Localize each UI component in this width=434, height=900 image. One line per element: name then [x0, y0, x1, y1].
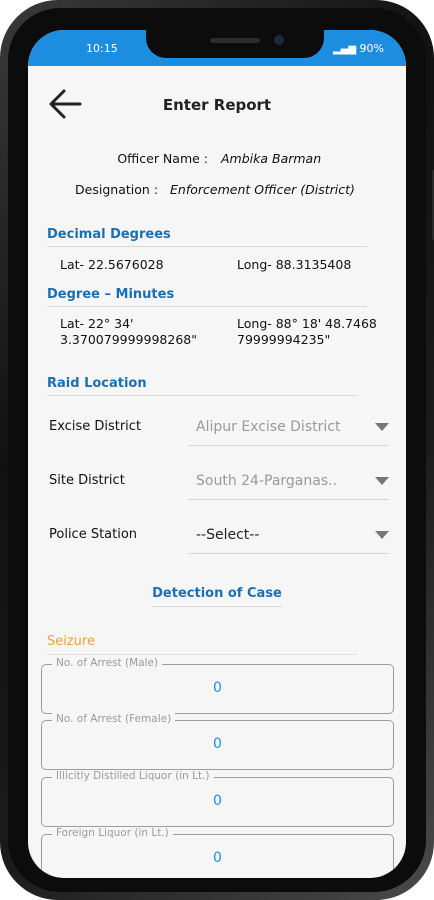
front-camera — [274, 35, 284, 45]
dm-long-line2: 79999994235" — [237, 332, 331, 347]
phone-frame: 10:15 ▂▄▆ 90% Enter Report Officer Name … — [0, 0, 434, 900]
officer-name-value: Ambika Barman — [221, 151, 322, 166]
divider — [152, 606, 282, 607]
excise-district-label: Excise District — [49, 419, 142, 434]
seizure-heading: Seizure — [47, 634, 95, 649]
decimal-degrees-heading: Decimal Degrees — [47, 227, 171, 242]
decimal-lat: Lat- 22.5676028 — [60, 257, 164, 272]
dropdown-arrow-icon — [375, 531, 389, 539]
divider — [47, 395, 357, 396]
dm-lat-line1: Lat- 22° 34' — [60, 316, 134, 331]
field-label: Illicitly Distilled Liquor (in Lt.) — [52, 770, 214, 782]
raid-location-heading: Raid Location — [47, 376, 147, 391]
dm-long-line1: Long- 88° 18' 48.7468 — [237, 316, 377, 331]
page-title: Enter Report — [162, 96, 272, 114]
battery-level: ▂▄▆ 90% — [332, 42, 384, 55]
divider — [47, 654, 357, 655]
field-value: 0 — [213, 793, 222, 809]
divider — [47, 246, 367, 247]
illicit-liquor-field[interactable]: Illicitly Distilled Liquor (in Lt.) 0 — [41, 770, 394, 827]
excise-district-select[interactable]: Alipur Excise District — [188, 411, 389, 446]
site-district-value: South 24-Parganas.. — [196, 473, 338, 489]
degree-minutes-heading: Degree – Minutes — [47, 287, 175, 302]
field-value: 0 — [213, 680, 222, 696]
police-station-label: Police Station — [49, 527, 138, 542]
excise-district-value: Alipur Excise District — [196, 419, 341, 435]
field-label: Foreign Liquor (in Lt.) — [52, 827, 173, 839]
field-value: 0 — [213, 850, 222, 866]
designation-value: Enforcement Officer (District) — [170, 182, 355, 197]
detection-heading: Detection of Case — [152, 586, 282, 601]
app-screen: 10:15 ▂▄▆ 90% Enter Report Officer Name … — [28, 30, 406, 878]
designation-label: Designation : — [75, 182, 158, 197]
divider — [47, 306, 367, 307]
speaker-grille — [210, 38, 260, 43]
signal-icon: ▂▄▆ — [332, 44, 357, 55]
arrest-male-field[interactable]: No. of Arrest (Male) 0 — [41, 657, 394, 714]
arrest-female-field[interactable]: No. of Arrest (Female) 0 — [41, 713, 394, 770]
dm-lat-line2: 3.370079999998268" — [60, 332, 197, 347]
officer-name-label: Officer Name : — [117, 151, 208, 166]
status-time: 10:15 — [86, 42, 118, 55]
site-district-label: Site District — [49, 473, 125, 488]
police-station-select[interactable]: --Select-- — [188, 519, 389, 554]
field-label: No. of Arrest (Male) — [52, 657, 163, 669]
police-station-value: --Select-- — [196, 527, 260, 543]
foreign-liquor-field[interactable]: Foreign Liquor (in Lt.) 0 — [41, 827, 394, 878]
field-value: 0 — [213, 736, 222, 752]
field-label: No. of Arrest (Female) — [52, 713, 176, 725]
decimal-long: Long- 88.3135408 — [237, 257, 352, 272]
dropdown-arrow-icon — [375, 423, 389, 431]
notch — [146, 30, 324, 58]
volume-button — [0, 150, 2, 190]
dropdown-arrow-icon — [375, 477, 389, 485]
site-district-select[interactable]: South 24-Parganas.. — [188, 465, 389, 500]
